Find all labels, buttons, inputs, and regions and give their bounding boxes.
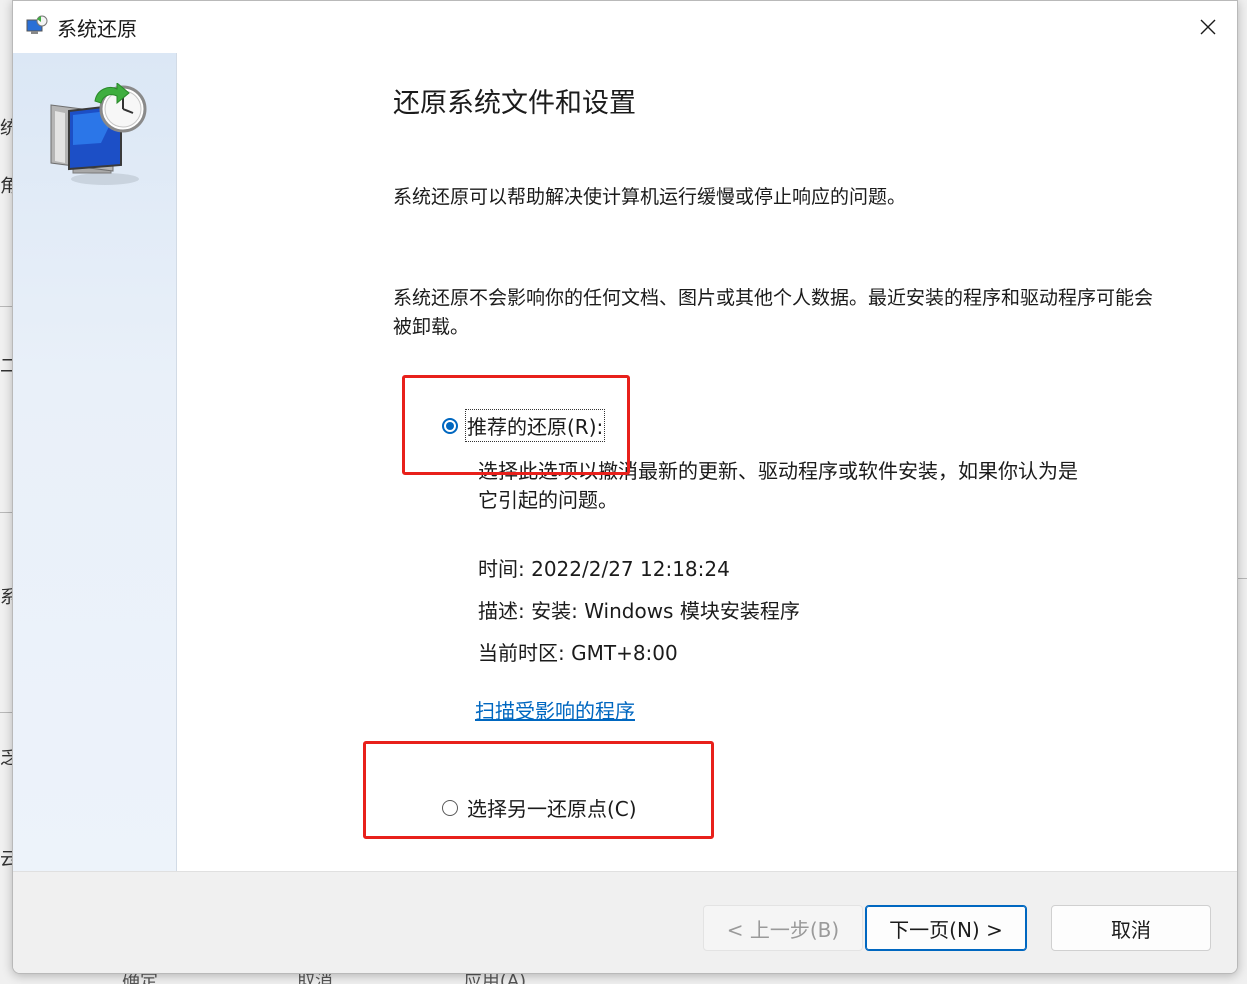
recommended-restore-label[interactable]: 推荐的还原(R): (464, 409, 606, 442)
page-title: 还原系统文件和设置 (393, 88, 636, 119)
close-icon (1200, 19, 1216, 35)
radio-selected-icon[interactable] (442, 417, 458, 434)
recommended-restore-description: 选择此选项以撤消最新的更新、驱动程序或软件安装，如果你认为是它引起的问题。 (478, 459, 1078, 512)
bg-divider (0, 512, 12, 513)
bg-divider (0, 712, 12, 713)
next-button[interactable]: 下一页(N) > (865, 905, 1027, 951)
side-panel (13, 53, 177, 871)
radio-unselected-icon[interactable] (442, 799, 458, 816)
info-text: 系统还原不会影响你的任何文档、图片或其他个人数据。最近安装的程序和驱动程序可能会… (393, 287, 1154, 338)
back-button[interactable]: < 上一步(B) (703, 905, 863, 951)
choose-other-restore-option[interactable]: 选择另一还原点(C) (442, 793, 637, 822)
system-restore-dialog: 系统还原 还原系统文件和设置 系统还原可以帮助解决使计算机运行缓慢或停止响应的问… (12, 0, 1238, 974)
button-bar: < 上一步(B) 下一页(N) > 取消 (13, 871, 1237, 973)
recommended-restore-option[interactable]: 推荐的还原(R): (442, 409, 606, 442)
close-button[interactable] (1179, 1, 1237, 53)
title-bar: 系统还原 (13, 1, 1237, 53)
system-restore-icon (26, 15, 48, 34)
scan-affected-programs-link[interactable]: 扫描受影响的程序 (475, 695, 635, 724)
cancel-button[interactable]: 取消 (1051, 905, 1211, 951)
restore-description: 描述: 安装: Windows 模块安装程序 (478, 599, 800, 623)
restore-timezone: 当前时区: GMT+8:00 (478, 641, 678, 665)
content-area: 还原系统文件和设置 系统还原可以帮助解决使计算机运行缓慢或停止响应的问题。 系统… (177, 53, 1237, 871)
choose-other-restore-label[interactable]: 选择另一还原点(C) (467, 793, 637, 822)
intro-text: 系统还原可以帮助解决使计算机运行缓慢或停止响应的问题。 (393, 186, 907, 208)
restore-time: 时间: 2022/2/27 12:18:24 (478, 557, 730, 581)
window-title: 系统还原 (57, 17, 137, 41)
annotation-box (363, 741, 714, 839)
system-restore-monitor-clock-icon (50, 83, 147, 185)
bg-divider (0, 306, 12, 307)
